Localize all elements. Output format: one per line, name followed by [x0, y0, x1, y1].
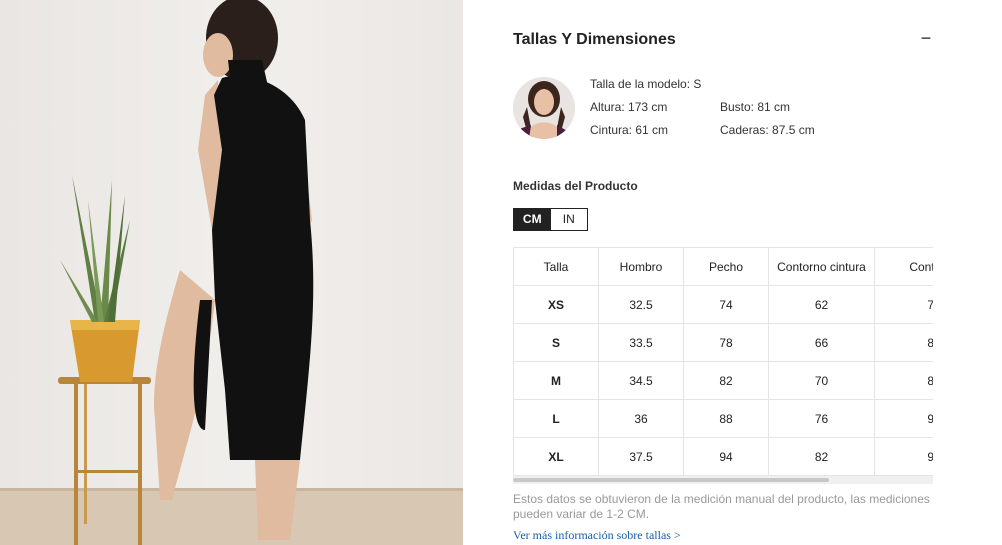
scrollbar-thumb[interactable] [513, 478, 829, 482]
collapse-icon[interactable]: − [919, 28, 933, 48]
panel-title: Tallas Y Dimensiones [513, 31, 676, 48]
size-table: Talla Hombro Pecho Contorno cintura Cont… [513, 247, 933, 476]
header-cell: Hombro [598, 247, 684, 286]
model-hips: Caderas: 87.5 cm [720, 123, 815, 137]
table-cell: 32.5 [598, 285, 684, 324]
table-row: L 36 88 76 91 [513, 399, 933, 438]
table-row: S 33.5 78 66 81 [513, 323, 933, 362]
product-photo [0, 0, 463, 545]
model-bust: Busto: 81 cm [720, 100, 791, 114]
model-size: Talla de la modelo: S [590, 77, 702, 91]
table-cell: 77 [874, 285, 933, 324]
model-height: Altura: 173 cm [590, 100, 668, 114]
table-cell: 76 [768, 399, 875, 438]
table-cell: 36 [598, 399, 684, 438]
size-cell: XL [513, 437, 599, 476]
model-waist: Cintura: 61 cm [590, 123, 669, 137]
section-title: Medidas del Producto [513, 179, 638, 193]
table-cell: 74 [683, 285, 769, 324]
table-cell: 66 [768, 323, 875, 362]
size-cell: L [513, 399, 599, 438]
table-scrollbar[interactable] [513, 476, 933, 484]
size-cell: XS [513, 285, 599, 324]
table-cell: 88 [683, 399, 769, 438]
table-cell: 78 [683, 323, 769, 362]
table-cell: 34.5 [598, 361, 684, 400]
table-row: XS 32.5 74 62 77 [513, 285, 933, 324]
table-cell: 94 [683, 437, 769, 476]
size-table-container[interactable]: Talla Hombro Pecho Contorno cintura Cont… [513, 247, 933, 476]
size-cell: S [513, 323, 599, 362]
table-cell: 82 [768, 437, 875, 476]
table-cell: 37.5 [598, 437, 684, 476]
model-avatar [513, 77, 575, 139]
table-cell: 97 [874, 437, 933, 476]
table-cell: 82 [683, 361, 769, 400]
header-cell: Pecho [683, 247, 769, 286]
more-size-info-link[interactable]: Ver más información sobre tallas > [513, 528, 681, 543]
table-row: M 34.5 82 70 85 [513, 361, 933, 400]
header-cell: Talla [513, 247, 599, 286]
table-cell: 85 [874, 361, 933, 400]
size-cell: M [513, 361, 599, 400]
unit-in-button[interactable]: IN [550, 209, 587, 230]
table-cell: 70 [768, 361, 875, 400]
table-cell: 81 [874, 323, 933, 362]
table-cell: 33.5 [598, 323, 684, 362]
size-panel: Tallas Y Dimensiones − Talla de la model… [513, 0, 933, 545]
table-cell: 62 [768, 285, 875, 324]
table-cell: 91 [874, 399, 933, 438]
unit-cm-button[interactable]: CM [514, 209, 551, 230]
unit-toggle: CM IN [513, 208, 588, 231]
header-cell: Contorno [874, 247, 933, 286]
measurement-note: Estos datos se obtuvieron de la medición… [513, 492, 930, 521]
table-row: XL 37.5 94 82 97 [513, 437, 933, 476]
table-header-row: Talla Hombro Pecho Contorno cintura Cont… [513, 247, 933, 286]
header-cell: Contorno cintura [768, 247, 875, 286]
